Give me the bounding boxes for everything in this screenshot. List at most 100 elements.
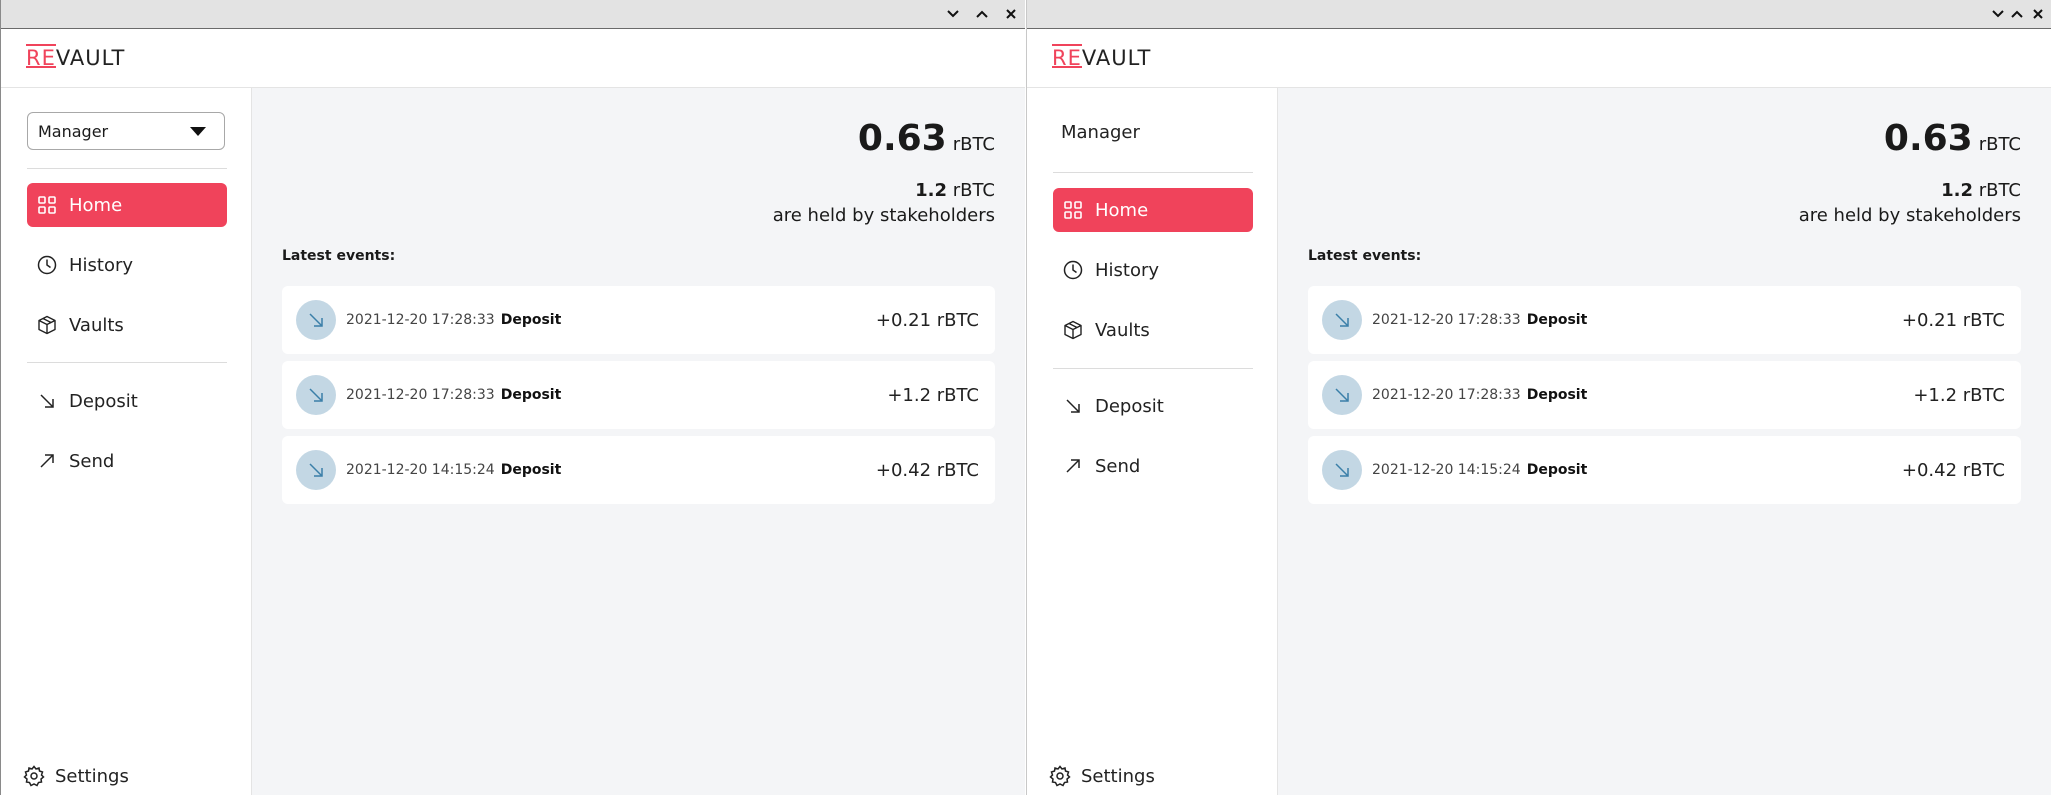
sidebar: Manager Home History Vaults Deposit Send…	[1027, 88, 1278, 795]
divider	[1053, 368, 1253, 369]
settings-link[interactable]: Settings	[1049, 765, 1155, 787]
nav-send[interactable]: Send	[1053, 444, 1253, 488]
close-icon[interactable]	[1000, 4, 1022, 24]
close-icon[interactable]	[2027, 4, 2049, 24]
event-date: 2021-12-20 17:28:33	[346, 312, 495, 328]
event-row[interactable]: 2021-12-20 14:15:24 Deposit +0.42 rBTC	[282, 436, 995, 504]
box-icon	[1063, 320, 1083, 340]
app-header: RE VAULT	[1, 29, 1025, 88]
deposit-arrow-icon	[296, 300, 336, 340]
role-select[interactable]: Manager	[27, 112, 225, 150]
held-text: are held by stakeholders	[772, 205, 995, 226]
arrow-down-right-icon	[1063, 396, 1083, 416]
event-row[interactable]: 2021-12-20 17:28:33 Deposit +1.2 rBTC	[282, 361, 995, 429]
title-bar	[1027, 0, 2051, 29]
grid-icon	[37, 195, 57, 215]
settings-label: Settings	[1081, 765, 1155, 787]
nav-vaults[interactable]: Vaults	[1053, 308, 1253, 352]
event-type: Deposit	[500, 462, 562, 478]
held-amount: 1.2	[915, 180, 947, 201]
held-unit: rBTC	[1978, 180, 2021, 201]
event-amount: +0.21 rBTC	[1901, 309, 2005, 331]
deposit-arrow-icon	[1322, 375, 1362, 415]
grid-icon	[1063, 200, 1083, 220]
deposit-arrow-icon	[296, 375, 336, 415]
event-type: Deposit	[1526, 312, 1588, 328]
clock-icon	[1063, 260, 1083, 280]
event-type: Deposit	[500, 312, 562, 328]
logo-prefix: RE	[26, 44, 56, 70]
held-unit: rBTC	[952, 180, 995, 201]
held-text: are held by stakeholders	[1798, 205, 2021, 226]
minimize-icon[interactable]	[942, 4, 964, 24]
maximize-icon[interactable]	[2006, 4, 2028, 24]
settings-link[interactable]: Settings	[23, 765, 129, 787]
arrow-up-right-icon	[1063, 456, 1083, 476]
held-amount: 1.2	[1941, 180, 1973, 201]
logo-suffix: VAULT	[55, 46, 126, 70]
event-row[interactable]: 2021-12-20 14:15:24 Deposit +0.42 rBTC	[1308, 436, 2021, 504]
nav-history[interactable]: History	[1053, 248, 1253, 292]
event-amount: +1.2 rBTC	[1913, 384, 2005, 406]
held-by-stakeholders: 1.2 rBTC are held by stakeholders	[1799, 178, 2021, 228]
nav-home[interactable]: Home	[27, 183, 227, 227]
event-amount: +0.21 rBTC	[875, 309, 979, 331]
nav-history[interactable]: History	[27, 243, 227, 287]
balance-unit: rBTC	[1978, 134, 2021, 155]
nav-home[interactable]: Home	[1053, 188, 1253, 232]
event-row[interactable]: 2021-12-20 17:28:33 Deposit +0.21 rBTC	[282, 286, 995, 354]
events-title: Latest events:	[1308, 248, 1422, 264]
app-header: RE VAULT	[1027, 29, 2051, 88]
nav-send-label: Send	[1095, 455, 1141, 477]
event-date: 2021-12-20 17:28:33	[1372, 312, 1521, 328]
app-window-left: RE VAULT Manager Home History Vaults Dep…	[0, 0, 1025, 795]
event-type: Deposit	[500, 387, 562, 403]
arrow-down-right-icon	[37, 391, 57, 411]
nav-deposit-label: Deposit	[1095, 395, 1164, 417]
event-date: 2021-12-20 17:28:33	[346, 387, 495, 403]
balance-amount: 0.63	[1883, 118, 1973, 159]
event-date: 2021-12-20 14:15:24	[1372, 462, 1521, 478]
role-label: Manager	[1061, 122, 1140, 143]
event-date: 2021-12-20 14:15:24	[346, 462, 495, 478]
event-amount: +0.42 rBTC	[1901, 459, 2005, 481]
event-amount: +1.2 rBTC	[887, 384, 979, 406]
balance: 0.63 rBTC	[858, 118, 995, 159]
event-row[interactable]: 2021-12-20 17:28:33 Deposit +0.21 rBTC	[1308, 286, 2021, 354]
event-type: Deposit	[1526, 462, 1588, 478]
deposit-arrow-icon	[296, 450, 336, 490]
settings-label: Settings	[55, 765, 129, 787]
event-date: 2021-12-20 17:28:33	[1372, 387, 1521, 403]
held-by-stakeholders: 1.2 rBTC are held by stakeholders	[773, 178, 995, 228]
gear-icon	[1049, 765, 1071, 787]
events-title: Latest events:	[282, 248, 396, 264]
divider	[27, 168, 227, 169]
main-content: 0.63 rBTC 1.2 rBTC are held by stakeholde…	[1278, 88, 2051, 795]
caret-down-icon	[190, 127, 206, 136]
divider	[27, 362, 227, 363]
gear-icon	[23, 765, 45, 787]
nav-home-label: Home	[1095, 199, 1149, 221]
nav-send[interactable]: Send	[27, 439, 227, 483]
maximize-icon[interactable]	[971, 4, 993, 24]
nav-deposit-label: Deposit	[69, 390, 138, 412]
revault-logo: RE VAULT	[26, 43, 125, 73]
title-bar	[1, 0, 1025, 29]
logo-prefix: RE	[1052, 44, 1082, 70]
divider	[1053, 172, 1253, 173]
revault-logo: RE VAULT	[1052, 43, 1151, 73]
nav-vaults[interactable]: Vaults	[27, 303, 227, 347]
clock-icon	[37, 255, 57, 275]
role-select-value: Manager	[38, 121, 109, 141]
nav-vaults-label: Vaults	[1095, 319, 1150, 341]
nav-deposit[interactable]: Deposit	[1053, 384, 1253, 428]
nav-deposit[interactable]: Deposit	[27, 379, 227, 423]
deposit-arrow-icon	[1322, 450, 1362, 490]
arrow-up-right-icon	[37, 451, 57, 471]
main-content: 0.63 rBTC 1.2 rBTC are held by stakeholde…	[252, 88, 1025, 795]
nav-history-label: History	[1095, 259, 1160, 281]
event-amount: +0.42 rBTC	[875, 459, 979, 481]
box-icon	[37, 315, 57, 335]
nav-history-label: History	[69, 254, 134, 276]
event-row[interactable]: 2021-12-20 17:28:33 Deposit +1.2 rBTC	[1308, 361, 2021, 429]
